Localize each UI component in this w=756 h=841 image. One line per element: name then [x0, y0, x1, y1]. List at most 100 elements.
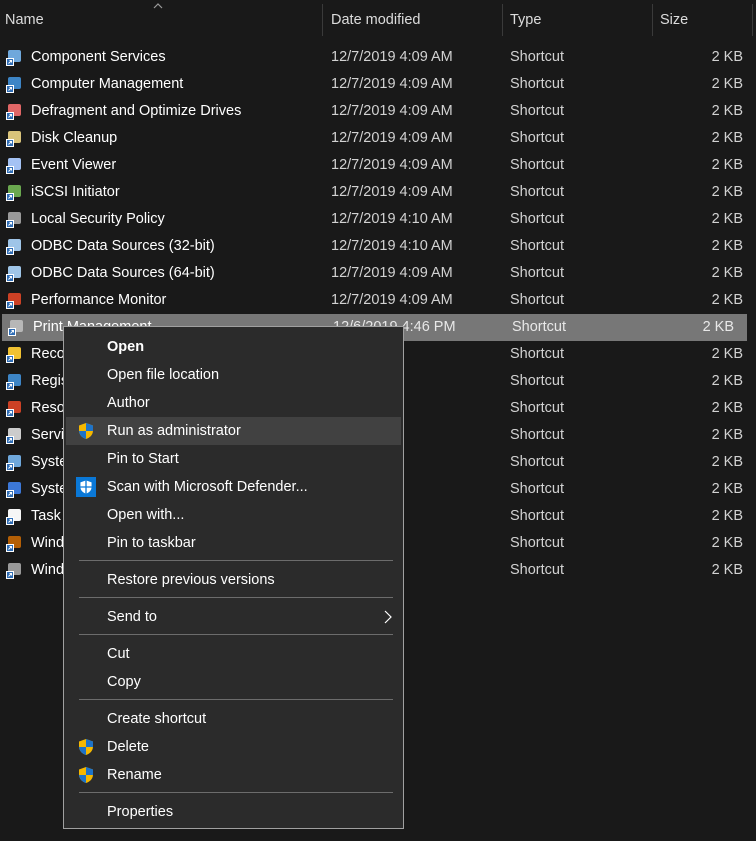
file-type: Shortcut: [510, 562, 564, 578]
menu-item-pin-to-taskbar[interactable]: Pin to taskbar: [66, 529, 401, 557]
file-name: Reso: [31, 400, 65, 416]
registry-editor-icon: [6, 374, 21, 390]
column-size-header[interactable]: Size: [660, 0, 688, 38]
menu-item-label: Pin to taskbar: [107, 535, 196, 551]
file-name: Performance Monitor: [31, 292, 167, 308]
file-size: 2 KB: [711, 373, 743, 389]
menu-separator: [79, 792, 393, 793]
odbc-icon: [6, 239, 21, 255]
column-type-header[interactable]: Type: [510, 0, 541, 38]
uac-shield-icon: [79, 739, 93, 755]
file-size: 2 KB: [711, 562, 743, 578]
file-name: Wind: [31, 562, 65, 578]
file-type: Shortcut: [510, 130, 564, 146]
menu-item-cut[interactable]: Cut: [66, 640, 401, 668]
computer-management-icon: [6, 77, 21, 93]
file-size: 2 KB: [711, 184, 743, 200]
file-size: 2 KB: [711, 265, 743, 281]
task-scheduler-icon: [6, 509, 21, 525]
system-config-icon: [6, 455, 21, 471]
file-row[interactable]: Disk Cleanup 12/7/2019 4:09 AM Shortcut 2 K…: [0, 125, 756, 152]
column-name-header[interactable]: Name: [5, 0, 44, 38]
menu-item-label: Send to: [107, 609, 157, 625]
file-name: Task: [31, 508, 61, 524]
menu-item-restore-previous-versions[interactable]: Restore previous versions: [66, 566, 401, 594]
menu-item-open-with[interactable]: Open with...: [66, 501, 401, 529]
menu-separator: [79, 597, 393, 598]
file-size: 2 KB: [711, 292, 743, 308]
file-date: 12/7/2019 4:09 AM: [331, 184, 453, 200]
file-size: 2 KB: [711, 346, 743, 362]
menu-separator: [79, 560, 393, 561]
file-size: 2 KB: [711, 157, 743, 173]
file-row[interactable]: Computer Management 12/7/2019 4:09 AM Shor…: [0, 71, 756, 98]
event-viewer-icon: [6, 158, 21, 174]
print-management-icon: [8, 320, 23, 336]
file-type: Shortcut: [510, 265, 564, 281]
menu-separator: [79, 634, 393, 635]
file-row[interactable]: Performance Monitor 12/7/2019 4:09 AM Shor…: [0, 287, 756, 314]
file-date: 12/7/2019 4:09 AM: [331, 157, 453, 173]
file-size: 2 KB: [711, 535, 743, 551]
menu-item-label: Open with...: [107, 507, 185, 523]
menu-item-properties[interactable]: Properties: [66, 798, 401, 826]
iscsi-globe-icon: [6, 185, 21, 201]
file-type: Shortcut: [510, 184, 564, 200]
menu-item-delete[interactable]: Delete: [66, 733, 401, 761]
file-name: Event Viewer: [31, 157, 117, 173]
file-type: Shortcut: [510, 346, 564, 362]
component-services-icon: [6, 50, 21, 66]
menu-item-scan-with-microsoft-defender[interactable]: Scan with Microsoft Defender...: [66, 473, 401, 501]
windows-firewall-icon: [6, 536, 21, 552]
file-row[interactable]: iSCSI Initiator 12/7/2019 4:09 AM Shortcut…: [0, 179, 756, 206]
file-size: 2 KB: [711, 130, 743, 146]
file-size: 2 KB: [711, 211, 743, 227]
file-name: Syste: [31, 454, 68, 470]
menu-item-open-file-location[interactable]: Open file location: [66, 361, 401, 389]
uac-shield-icon: [79, 767, 93, 783]
file-row[interactable]: Event Viewer 12/7/2019 4:09 AM Shortcut 2 K…: [0, 152, 756, 179]
menu-item-open[interactable]: Open: [66, 333, 401, 361]
file-size: 2 KB: [711, 400, 743, 416]
file-row[interactable]: Component Services 12/7/2019 4:09 AM Short…: [0, 44, 756, 71]
menu-item-send-to[interactable]: Send to: [66, 603, 401, 631]
column-divider[interactable]: [752, 4, 753, 36]
file-row[interactable]: Local Security Policy 12/7/2019 4:10 AM Sh…: [0, 206, 756, 233]
file-name: ODBC Data Sources (32-bit): [31, 238, 215, 254]
file-type: Shortcut: [510, 427, 564, 443]
file-type: Shortcut: [510, 238, 564, 254]
file-size: 2 KB: [711, 103, 743, 119]
menu-item-author[interactable]: Author: [66, 389, 401, 417]
file-date: 12/7/2019 4:10 AM: [331, 211, 453, 227]
menu-item-label: Open: [107, 339, 145, 355]
file-row[interactable]: ODBC Data Sources (64-bit) 12/7/2019 4:09…: [0, 260, 756, 287]
menu-item-label: Properties: [107, 804, 174, 820]
menu-item-run-as-administrator[interactable]: Run as administrator: [66, 417, 401, 445]
menu-item-create-shortcut[interactable]: Create shortcut: [66, 705, 401, 733]
column-divider[interactable]: [322, 4, 323, 36]
file-date: 12/7/2019 4:09 AM: [331, 292, 453, 308]
menu-item-label: Copy: [107, 674, 141, 690]
chevron-up-icon: [153, 3, 163, 9]
file-type: Shortcut: [510, 211, 564, 227]
file-row[interactable]: ODBC Data Sources (32-bit) 12/7/2019 4:10…: [0, 233, 756, 260]
file-type: Shortcut: [510, 103, 564, 119]
file-type: Shortcut: [510, 373, 564, 389]
file-type: Shortcut: [510, 454, 564, 470]
menu-item-rename[interactable]: Rename: [66, 761, 401, 789]
file-type: Shortcut: [510, 481, 564, 497]
file-row[interactable]: Defragment and Optimize Drives 12/7/2019 …: [0, 98, 756, 125]
column-date-header[interactable]: Date modified: [331, 0, 420, 38]
column-divider[interactable]: [652, 4, 653, 36]
file-date: 12/7/2019 4:09 AM: [331, 76, 453, 92]
defragment-icon: [6, 104, 21, 120]
menu-item-pin-to-start[interactable]: Pin to Start: [66, 445, 401, 473]
file-name: Computer Management: [31, 76, 184, 92]
disk-cleanup-icon: [6, 131, 21, 147]
file-name: Local Security Policy: [31, 211, 165, 227]
column-header: Name Date modified Type Size: [0, 0, 756, 38]
menu-item-copy[interactable]: Copy: [66, 668, 401, 696]
file-date: 12/7/2019 4:10 AM: [331, 238, 453, 254]
column-divider[interactable]: [502, 4, 503, 36]
menu-item-label: Cut: [107, 646, 130, 662]
